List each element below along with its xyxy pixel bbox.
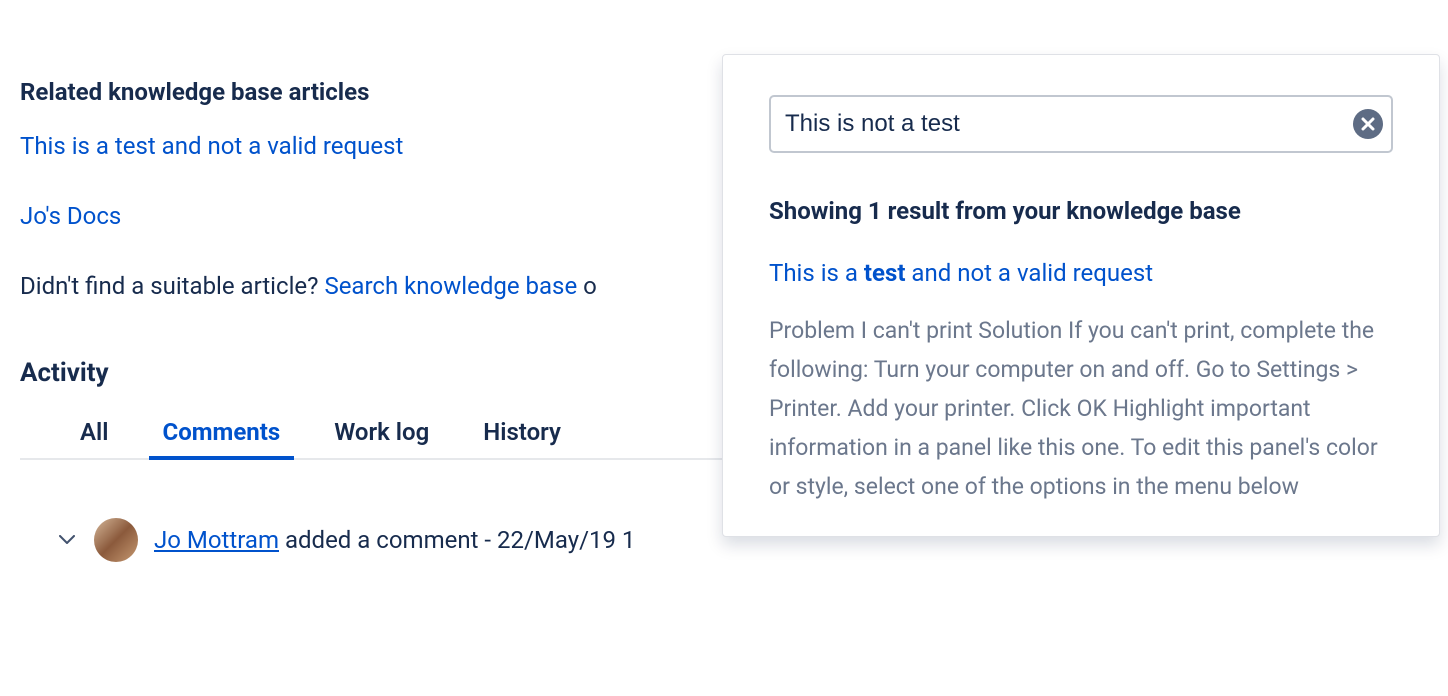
not-found-suffix: o [577,272,597,300]
avatar[interactable] [94,518,138,562]
not-found-prefix: Didn't find a suitable article? [20,272,324,300]
clear-search-button[interactable] [1353,109,1383,139]
kb-search-popup: Showing 1 result from your knowledge bas… [722,54,1440,537]
tab-worklog[interactable]: Work log [330,412,433,458]
comment-timestamp: 22/May/19 1 [497,526,635,554]
comment-meta-prefix: added a comment - [279,526,497,554]
comment-text: Jo Mottram added a comment - 22/May/19 1 [154,526,635,554]
tab-comments[interactable]: Comments [159,412,285,458]
result-title-pre: This is a [769,259,864,287]
result-title-highlight: test [864,259,906,287]
chevron-down-icon[interactable] [56,529,78,551]
search-knowledge-base-link[interactable]: Search knowledge base [324,272,577,300]
search-row [769,95,1393,153]
tab-history[interactable]: History [479,412,565,458]
kb-result-link[interactable]: This is a test and not a valid request [769,259,1393,287]
kb-result-excerpt: Problem I can't print Solution If you ca… [769,311,1393,506]
result-title-post: and not a valid request [905,259,1153,287]
close-icon [1361,117,1375,131]
results-heading: Showing 1 result from your knowledge bas… [769,197,1393,225]
tab-all[interactable]: All [76,412,113,458]
kb-search-input[interactable] [769,95,1393,153]
comment-author-link[interactable]: Jo Mottram [154,526,279,554]
